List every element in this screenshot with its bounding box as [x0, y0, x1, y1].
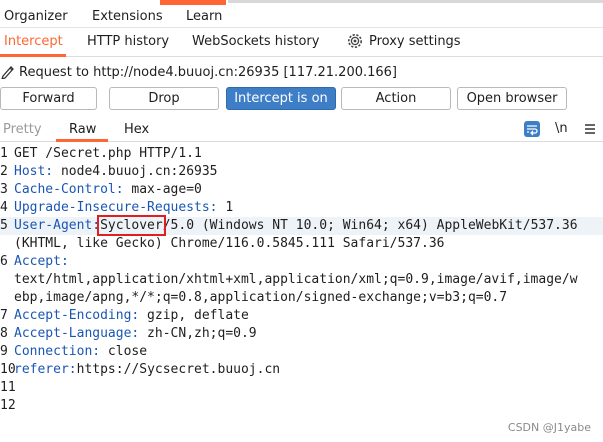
- action-button[interactable]: Action: [341, 87, 451, 110]
- proxy-tabs: Intercept HTTP history WebSockets histor…: [0, 29, 603, 57]
- editor-line: 10 referer:https://Sycsecret.buuoj.cn: [0, 362, 281, 377]
- watermark: CSDN @J1yabe: [507, 421, 591, 434]
- tab-intercept[interactable]: Intercept: [4, 34, 63, 49]
- editor-line: 3 Cache-Control: max-age=0: [0, 182, 202, 197]
- forward-button[interactable]: Forward: [0, 87, 97, 110]
- editor-line: 12: [0, 398, 16, 413]
- editor-line: 5 User-Agent:Syclover/5.0 (Windows NT 10…: [0, 217, 603, 235]
- highlight-annotation-box: [97, 215, 166, 236]
- drop-button[interactable]: Drop: [109, 87, 219, 110]
- tab-pretty[interactable]: Pretty: [3, 122, 42, 137]
- menu-extensions[interactable]: Extensions: [92, 9, 163, 24]
- pencil-icon: [1, 66, 14, 79]
- active-tab-strip: [160, 0, 226, 5]
- request-editor[interactable]: 1 GET /Secret.php HTTP/1.1 2 Host: node4…: [0, 145, 603, 442]
- word-wrap-icon[interactable]: [524, 121, 540, 137]
- editor-line: 9 Connection: close: [0, 344, 148, 359]
- top-menu-bar: Organizer Extensions Learn: [0, 0, 603, 28]
- editor-line: 6 Accept:: [0, 254, 69, 269]
- gear-icon[interactable]: [346, 32, 364, 50]
- open-browser-button[interactable]: Open browser: [457, 87, 567, 110]
- tab-websockets-history[interactable]: WebSockets history: [192, 34, 319, 49]
- newline-toggle-icon[interactable]: \n: [555, 121, 568, 136]
- editor-line: (KHTML, like Gecko) Chrome/116.0.5845.11…: [14, 236, 445, 251]
- editor-line: 1 GET /Secret.php HTTP/1.1: [0, 146, 202, 161]
- editor-line: 11: [0, 380, 16, 395]
- tab-raw[interactable]: Raw: [69, 122, 96, 137]
- tab-proxy-settings[interactable]: Proxy settings: [369, 34, 461, 49]
- editor-line: 2 Host: node4.buuoj.cn:26935: [0, 164, 218, 179]
- intercept-toggle-button[interactable]: Intercept is on: [226, 87, 336, 110]
- menu-organizer[interactable]: Organizer: [4, 9, 68, 24]
- raw-tab-underline: [56, 139, 108, 142]
- tab-hex[interactable]: Hex: [124, 122, 149, 137]
- editor-line: 7 Accept-Encoding: gzip, deflate: [0, 308, 249, 323]
- tab-strip: [228, 0, 603, 3]
- hamburger-menu-icon[interactable]: [584, 123, 596, 135]
- editor-line: 4 Upgrade-Insecure-Requests: 1: [0, 200, 234, 215]
- editor-line: ebp,image/apng,*/*;q=0.8,application/sig…: [14, 290, 508, 305]
- menu-learn[interactable]: Learn: [186, 9, 222, 24]
- editor-line: 8 Accept-Language: zh-CN,zh;q=0.9: [0, 326, 257, 341]
- intercept-tab-underline: [0, 54, 66, 57]
- editor-view-tabs: Pretty Raw Hex \n: [0, 118, 603, 142]
- tab-http-history[interactable]: HTTP history: [87, 34, 169, 49]
- request-info: Request to http://node4.buuoj.cn:26935 […: [0, 63, 603, 83]
- editor-line: text/html,application/xhtml+xml,applicat…: [14, 272, 578, 287]
- request-url-text: Request to http://node4.buuoj.cn:26935 […: [19, 65, 397, 80]
